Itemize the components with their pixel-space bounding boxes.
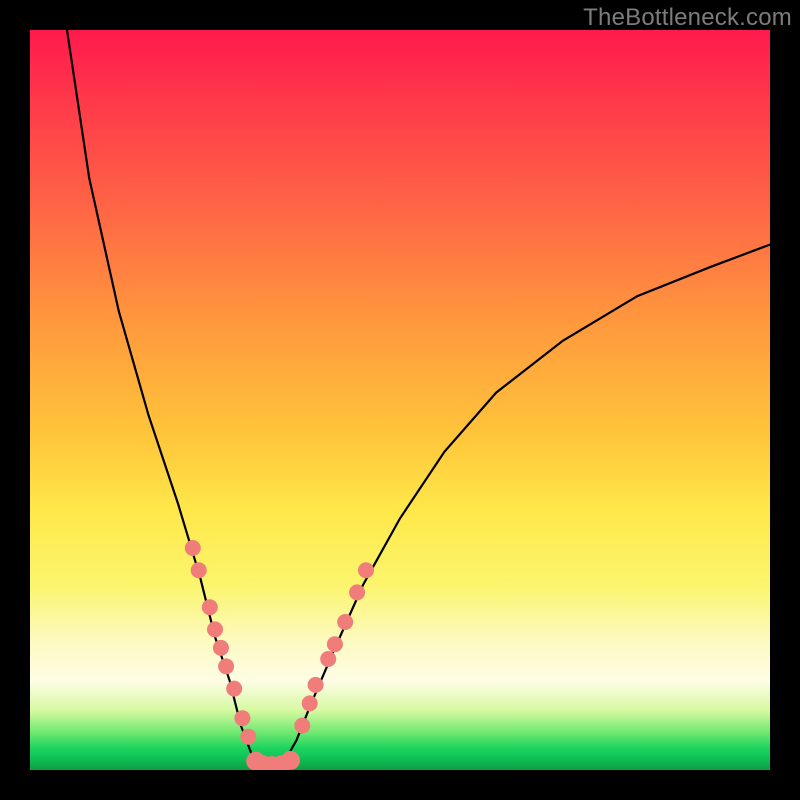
plot-area [30, 30, 770, 770]
data-point [302, 695, 318, 711]
data-point [308, 677, 324, 693]
data-point [185, 540, 201, 556]
data-point [207, 621, 223, 637]
chart-frame: TheBottleneck.com [0, 0, 800, 800]
data-point [213, 640, 229, 656]
data-point [191, 562, 207, 578]
data-point [240, 729, 256, 745]
data-point [358, 562, 374, 578]
curve-right [282, 245, 770, 767]
watermark-text: TheBottleneck.com [583, 4, 792, 32]
data-point [218, 658, 234, 674]
data-point [337, 614, 353, 630]
data-point [281, 751, 300, 770]
data-point [349, 584, 365, 600]
data-point [234, 710, 250, 726]
data-point [320, 651, 336, 667]
curve-left [67, 30, 259, 766]
data-point [202, 599, 218, 615]
data-point [226, 681, 242, 697]
chart-dots [185, 540, 374, 770]
chart-svg [30, 30, 770, 770]
data-point [327, 636, 343, 652]
data-point [294, 718, 310, 734]
